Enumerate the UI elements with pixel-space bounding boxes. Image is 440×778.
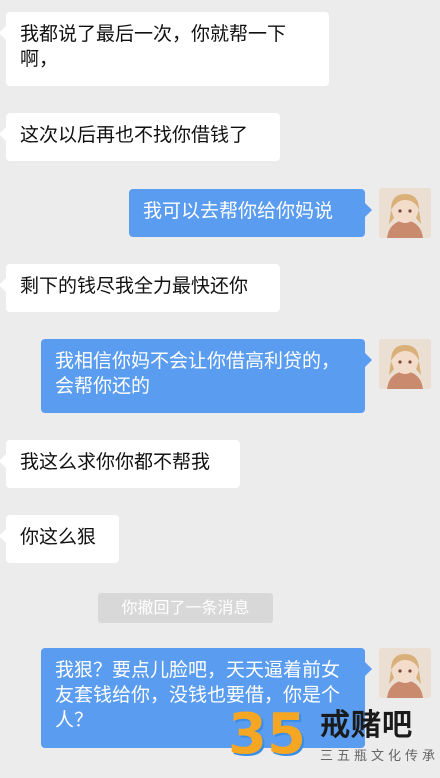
message-bubble-received[interactable]: 我都说了最后一次，你就帮一下啊，	[0, 12, 329, 86]
message-bubble-received[interactable]: 这次以后再也不找你借钱了	[0, 113, 280, 161]
avatar-anime-girl-icon	[379, 339, 431, 389]
message-bubble-received[interactable]: 我这么求你你都不帮我	[0, 440, 240, 488]
message-text: 我都说了最后一次，你就帮一下啊，	[20, 23, 287, 70]
message-text: 你这么狠	[20, 526, 97, 548]
message-text: 我相信你妈不会让你借高利贷的，会帮你还的	[55, 350, 341, 397]
message-text: 我这么求你你都不帮我	[20, 451, 211, 473]
message-text: 我可以去帮你给你妈说	[143, 200, 334, 222]
message-bubble-received[interactable]: 剩下的钱尽我全力最快还你	[0, 264, 280, 312]
avatar-anime-girl-icon	[379, 648, 431, 698]
avatar[interactable]	[379, 188, 431, 238]
avatar[interactable]	[379, 648, 431, 698]
message-bubble-received[interactable]: 你这么狠	[0, 515, 119, 563]
watermark-subtitle: 三五瓶文化传承	[320, 749, 440, 764]
avatar[interactable]	[379, 339, 431, 389]
watermark-number: 35	[228, 702, 306, 767]
message-text: 剩下的钱尽我全力最快还你	[20, 275, 249, 297]
avatar-anime-girl-icon	[379, 188, 431, 238]
message-bubble-sent[interactable]: 我相信你妈不会让你借高利贷的，会帮你还的	[41, 339, 372, 413]
message-text: 这次以后再也不找你借钱了	[20, 124, 249, 146]
message-bubble-sent[interactable]: 我可以去帮你给你妈说	[129, 189, 372, 237]
watermark-logo: 35 戒赌吧 三五瓶文化传承	[228, 700, 440, 778]
recall-notice: 你撤回了一条消息	[98, 593, 273, 623]
watermark-title: 戒赌吧	[320, 708, 413, 743]
